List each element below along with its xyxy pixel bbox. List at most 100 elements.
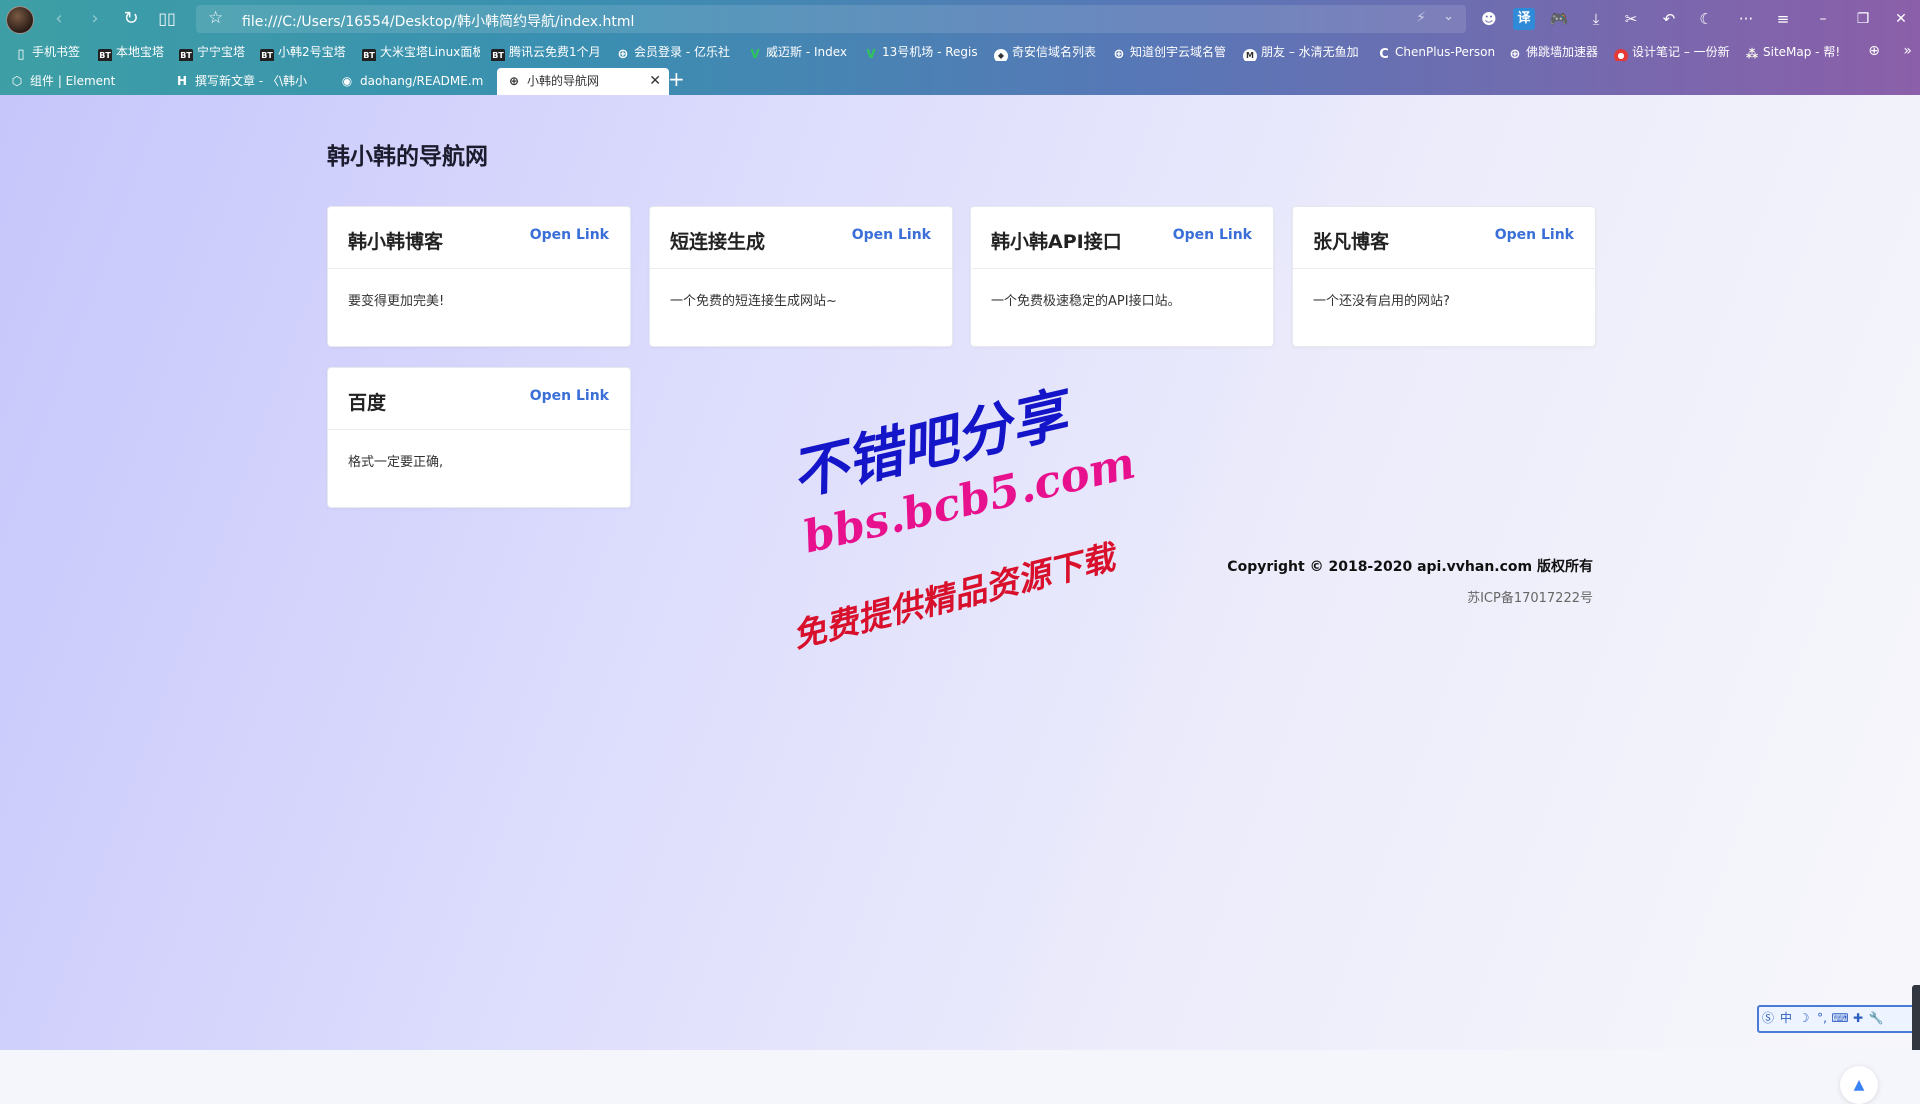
open-link-button[interactable]: Open Link — [1495, 227, 1574, 243]
nav-card: 短连接生成 Open Link 一个免费的短连接生成网站~ — [649, 206, 953, 347]
card-description: 要变得更加完美! — [348, 294, 445, 309]
scroll-to-top-button[interactable]: ▲ — [1840, 1066, 1878, 1104]
nav-card: 韩小韩API接口 Open Link 一个免费极速稳定的API接口站。 — [970, 206, 1274, 347]
sitemap-icon: ⁂ — [1745, 47, 1759, 61]
page-content: 韩小韩的导航网 韩小韩博客 Open Link 要变得更加完美! 短连接生成 O… — [0, 95, 1920, 1104]
globe-icon: ⊕ — [1113, 47, 1125, 62]
bookmark-item[interactable]: ⊕ 知道创宇云域名管 — [1112, 43, 1230, 61]
element-icon: ⬡ — [11, 74, 23, 88]
address-bar[interactable]: ☆ file:///C:/Users/16554/Desktop/韩小韩简约导航… — [196, 5, 1466, 33]
nav-card: 韩小韩博客 Open Link 要变得更加完美! — [327, 206, 631, 347]
browser-chrome: ‹ › ↻ ▯▯ ☆ file:///C:/Users/16554/Deskto… — [0, 0, 1920, 95]
bookmark-item[interactable]: BT 大米宝塔Linux面板 — [362, 43, 480, 61]
reader-mode-icon[interactable]: ▯▯ — [154, 7, 180, 31]
globe-icon[interactable]: ⊕ — [1868, 43, 1880, 59]
icp-record[interactable]: 苏ICP备17017222号 — [1467, 587, 1593, 606]
more-icon[interactable]: ··· — [1735, 8, 1757, 30]
reload-icon[interactable]: ↻ — [118, 7, 144, 31]
bookmark-item[interactable]: ▯ 手机书签 — [14, 43, 90, 61]
bookmark-item[interactable]: V 13号机场 - Regis — [864, 43, 982, 61]
bookmark-star-icon[interactable]: ☆ — [208, 8, 223, 28]
ime-keyboard-icon[interactable]: ⌨ — [1831, 1007, 1849, 1029]
bookmark-item[interactable]: M 朋友 – 水清无鱼加 — [1243, 43, 1361, 61]
ime-lang-toggle[interactable]: 中 — [1777, 1007, 1795, 1029]
bookmark-item[interactable]: ⊕ 佛跳墙加速器 — [1508, 43, 1608, 61]
v-icon: V — [866, 47, 876, 61]
card-header: 韩小韩API接口 Open Link — [971, 207, 1273, 269]
bookmarks-bar: ▯ 手机书签 BT 本地宝塔 BT 宁宁宝塔 BT 小韩2号宝塔 BT 大米宝塔Linux… — [0, 40, 1920, 64]
tab-nav-site[interactable]: ⊕ 小韩的导航网 ✕ — [497, 68, 669, 95]
bookmark-item[interactable]: BT 宁宁宝塔 — [179, 43, 251, 61]
card-header: 张凡博客 Open Link — [1293, 207, 1595, 269]
shield-icon: ◆ — [994, 49, 1008, 61]
card-header: 短连接生成 Open Link — [650, 207, 952, 269]
bt-icon: BT — [362, 49, 376, 61]
card-title: 短连接生成 — [670, 231, 766, 253]
bookmarks-more-icon[interactable]: » — [1903, 43, 1912, 59]
bookmark-item[interactable]: ◆ 奇安信域名列表 — [994, 43, 1104, 61]
ime-settings-icon[interactable]: 🔧 — [1867, 1007, 1885, 1029]
bookmark-item[interactable]: V 威迈斯 - Index — [748, 43, 854, 61]
ime-logo-icon[interactable]: Ⓢ — [1759, 1007, 1777, 1029]
screenshot-scissors-icon[interactable]: ✂ — [1620, 8, 1642, 30]
bookmark-item[interactable]: ⊕ 会员登录 - 亿乐社 — [616, 43, 734, 61]
bookmark-item[interactable]: ⁂ SiteMap - 帮! — [1745, 43, 1845, 61]
restore-icon[interactable]: ❐ — [1848, 6, 1878, 32]
v-icon: V — [750, 47, 760, 61]
c-icon: C — [1379, 47, 1389, 62]
bt-icon: BT — [179, 49, 193, 61]
card-description: 格式一定要正确, — [348, 455, 444, 470]
tab-close-icon[interactable]: ✕ — [649, 68, 661, 95]
open-link-button[interactable]: Open Link — [530, 388, 609, 404]
globe-icon: ⊕ — [508, 74, 520, 88]
h-icon: H — [176, 74, 188, 88]
globe-icon: ⊕ — [1509, 47, 1521, 62]
github-icon: ◉ — [341, 74, 353, 88]
bt-icon: BT — [260, 49, 274, 61]
open-link-button[interactable]: Open Link — [852, 227, 931, 243]
arrow-up-icon: ▲ — [1853, 1077, 1865, 1093]
bookmark-item[interactable]: BT 腾讯云免费1个月 — [491, 43, 605, 61]
extension-avatar-icon[interactable]: ☻ — [1478, 8, 1500, 30]
phone-icon: ▯ — [17, 47, 25, 62]
globe-icon: ⊕ — [617, 47, 629, 62]
new-tab-icon[interactable]: + — [668, 66, 685, 93]
download-icon[interactable]: ⤓ — [1585, 8, 1607, 30]
bt-icon: BT — [491, 49, 505, 61]
tab-strip: ⬡ 组件 | Element H 撰写新文章 - 〈\韩小 ◉ daohang/REA… — [0, 66, 1920, 95]
open-link-button[interactable]: Open Link — [1173, 227, 1252, 243]
tab-element[interactable]: ⬡ 组件 | Element — [0, 68, 170, 95]
close-window-icon[interactable]: ✕ — [1886, 6, 1916, 32]
night-mode-icon[interactable]: ☾ — [1695, 8, 1717, 30]
open-link-button[interactable]: Open Link — [530, 227, 609, 243]
card-header: 韩小韩博客 Open Link — [328, 207, 630, 269]
m-icon: M — [1243, 49, 1257, 61]
bookmark-item[interactable]: ● 设计笔记 – 一份新 — [1614, 43, 1732, 61]
tab-github-readme[interactable]: ◉ daohang/README.m — [330, 68, 500, 95]
card-title: 张凡博客 — [1313, 231, 1390, 253]
side-panel-handle[interactable] — [1912, 985, 1920, 1050]
card-description: 一个还没有启用的网站? — [1313, 294, 1450, 309]
flash-icon[interactable]: ⚡ — [1416, 10, 1426, 26]
undo-icon[interactable]: ↶ — [1658, 8, 1680, 30]
url-dropdown-icon[interactable]: ⌄ — [1443, 9, 1454, 24]
ime-punct-icon[interactable]: °, — [1813, 1007, 1831, 1029]
forward-icon[interactable]: › — [82, 7, 108, 31]
address-bar-row: ‹ › ↻ ▯▯ ☆ file:///C:/Users/16554/Deskto… — [0, 0, 1920, 38]
tab-write-article[interactable]: H 撰写新文章 - 〈\韩小 — [165, 68, 335, 95]
bookmark-item[interactable]: BT 小韩2号宝塔 — [260, 43, 350, 61]
ime-plus-icon[interactable]: ✚ — [1849, 1007, 1867, 1029]
card-header: 百度 Open Link — [328, 368, 630, 430]
ime-moon-icon[interactable]: ☽ — [1795, 1007, 1813, 1029]
bookmark-item[interactable]: C ChenPlus-Person — [1377, 43, 1495, 61]
back-icon[interactable]: ‹ — [46, 7, 72, 31]
minimize-icon[interactable]: – — [1808, 6, 1838, 32]
menu-icon[interactable]: ≡ — [1772, 8, 1794, 30]
bookmark-item[interactable]: BT 本地宝塔 — [98, 43, 170, 61]
url-text[interactable]: file:///C:/Users/16554/Desktop/韩小韩简约导航/i… — [242, 11, 634, 31]
gamepad-icon[interactable]: 🎮 — [1548, 8, 1570, 30]
bt-icon: BT — [98, 49, 112, 61]
translate-icon[interactable]: 译 — [1513, 8, 1535, 30]
user-avatar[interactable] — [6, 6, 34, 34]
card-title: 百度 — [348, 392, 387, 414]
